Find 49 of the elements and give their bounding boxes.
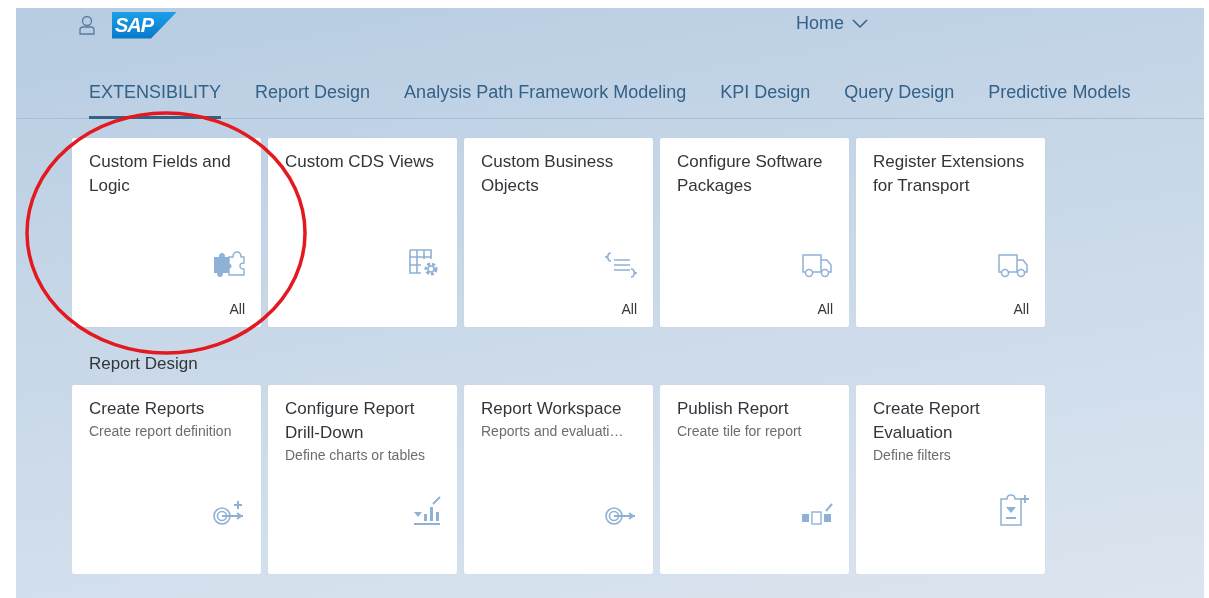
code-list-icon — [605, 251, 637, 279]
tile-title: Configure Software Packages — [677, 151, 824, 197]
target-plus-icon — [213, 498, 245, 526]
tile[interactable]: Report Workspace Reports and evaluati… — [464, 385, 653, 574]
tab[interactable]: EXTENSIBILITY — [89, 79, 222, 119]
chart-edit-icon — [413, 494, 441, 526]
tile-title: Custom CDS Views — [285, 151, 435, 173]
tile-footer: All — [1013, 301, 1029, 317]
tile-title: Custom Fields and Logic — [89, 151, 232, 197]
section-title: Report Design — [89, 354, 199, 374]
truck-icon — [997, 253, 1029, 279]
tile-title: Report Workspace — [481, 398, 623, 420]
truck-icon — [801, 253, 833, 279]
user-icon[interactable] — [79, 15, 95, 35]
tile[interactable]: Configure Software Packages All — [660, 138, 849, 327]
tile-footer: All — [621, 301, 637, 317]
tile-title: Register Extensions for Transport — [873, 151, 1026, 197]
tile-footer: All — [817, 301, 833, 317]
logo[interactable]: SAP — [112, 11, 178, 39]
tile[interactable]: Custom Fields and Logic All — [72, 138, 261, 327]
tile[interactable]: Register Extensions for Transport All — [856, 138, 1045, 327]
tile[interactable]: Create Reports Create report definition — [72, 385, 261, 574]
tile-subtitle: Reports and evaluati… — [481, 422, 625, 441]
home-menu[interactable]: Home — [796, 13, 868, 34]
blocks-edit-icon — [801, 502, 833, 526]
tile-title: Create Report Evaluation — [873, 398, 981, 444]
tile-title: Custom Business Objects — [481, 151, 615, 197]
clipboard-filter-icon — [999, 494, 1029, 526]
tile-footer: All — [229, 301, 245, 317]
tab[interactable]: KPI Design — [720, 79, 811, 119]
puzzle-icon — [213, 251, 245, 279]
tab[interactable]: Analysis Path Framework Modeling — [404, 79, 687, 119]
tile-title: Configure Report Drill-Down — [285, 398, 416, 444]
tile[interactable]: Configure Report Drill-Down Define charts or tables — [268, 385, 457, 574]
tab[interactable]: Predictive Models — [988, 79, 1131, 119]
tile-subtitle: Create tile for report — [677, 422, 803, 441]
tile[interactable]: Custom CDS Views — [268, 138, 457, 327]
tile-title: Create Reports — [89, 398, 206, 420]
tile-subtitle: Create report definition — [89, 422, 233, 441]
tile[interactable]: Create Report Evaluation Define filters — [856, 385, 1045, 574]
caret-icon — [852, 18, 868, 29]
tile-subtitle: Define charts or tables — [285, 446, 427, 465]
tab[interactable]: Report Design — [255, 79, 371, 119]
tab[interactable]: Query Design — [844, 79, 955, 119]
tile-title: Publish Report — [677, 398, 790, 420]
tile-subtitle: Define filters — [873, 446, 952, 465]
tile[interactable]: Custom Business Objects All — [464, 138, 653, 327]
tile[interactable]: Publish Report Create tile for report — [660, 385, 849, 574]
target-icon — [605, 506, 637, 526]
